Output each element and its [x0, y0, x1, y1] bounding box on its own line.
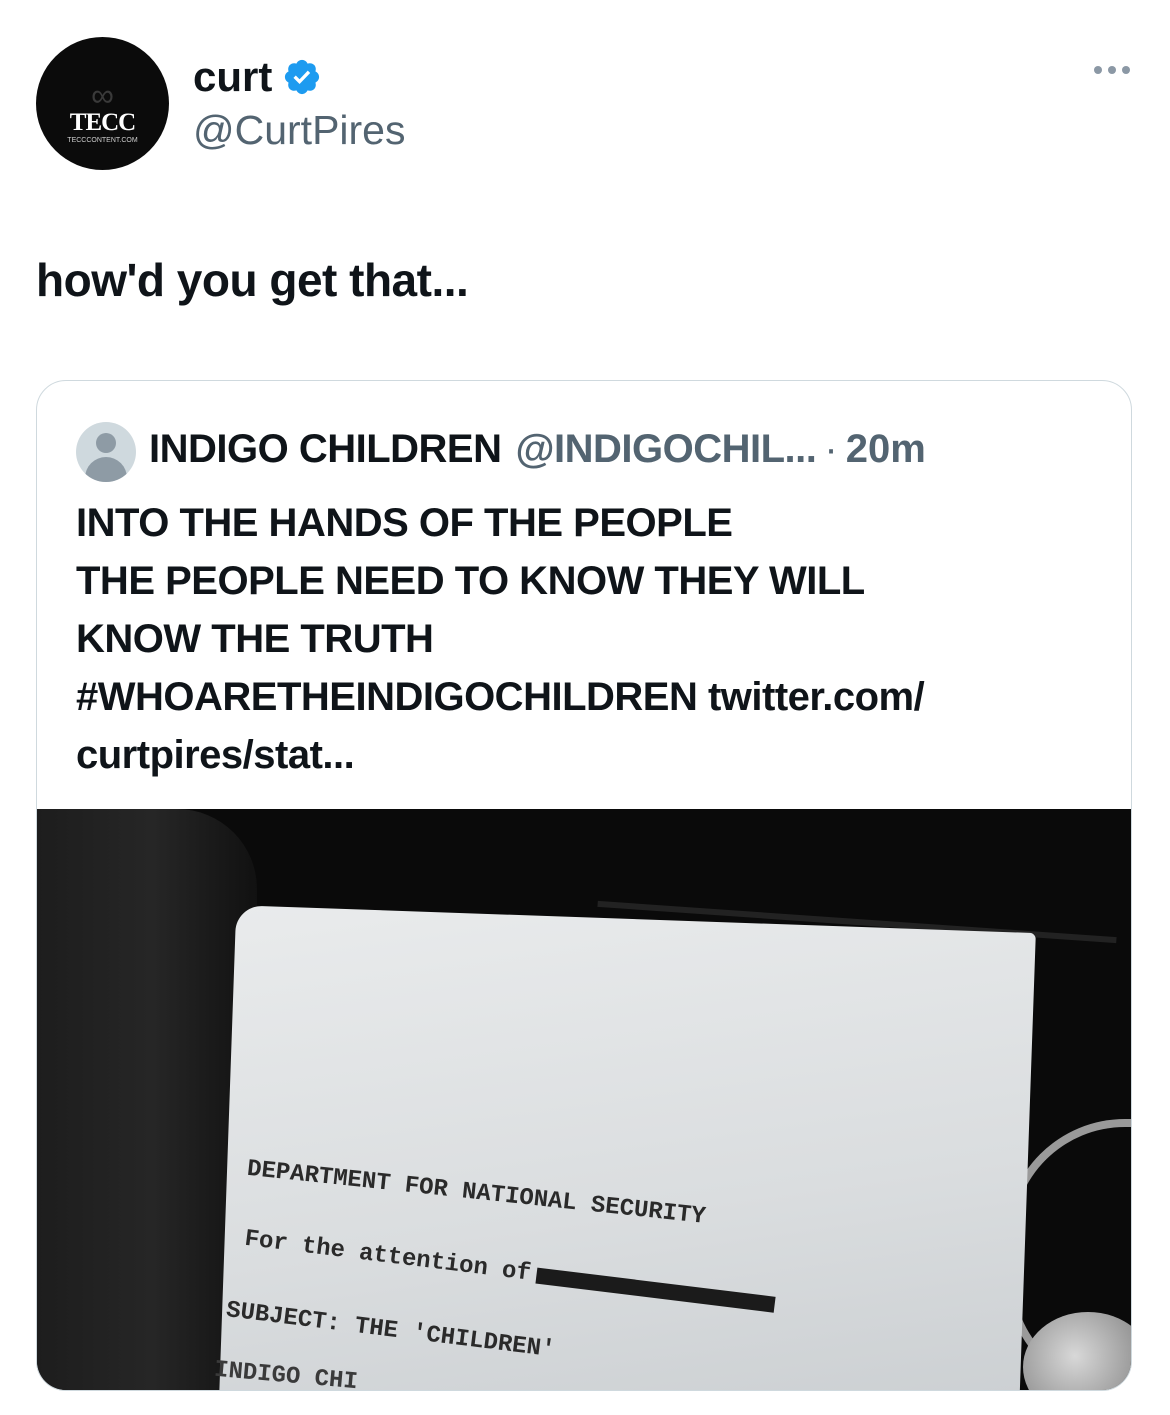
redaction-bar [535, 1267, 776, 1313]
more-options-icon[interactable] [1094, 66, 1130, 74]
quoted-tweet-card[interactable]: INDIGO CHILDREN @INDIGOCHIL... · 20m INT… [36, 380, 1132, 1391]
quoted-text-line: #WHOARETHEINDIGOCHILDREN twitter.com/ [76, 675, 925, 719]
quoted-author-avatar[interactable] [76, 422, 136, 482]
document-attention-line: For the attention of [243, 1226, 776, 1318]
quoted-text-line: curtpires/stat... [76, 733, 355, 777]
quoted-author-handle[interactable]: @INDIGOCHIL... [516, 423, 817, 475]
verified-badge-icon [285, 59, 320, 95]
quoted-timestamp[interactable]: 20m [846, 423, 926, 475]
author-display-name[interactable]: curt [193, 52, 322, 102]
quoted-text-line: THE PEOPLE NEED TO KNOW THEY WILL [76, 559, 865, 603]
quoted-tweet-photo[interactable]: DEPARTMENT FOR NATIONAL SECURITY For the… [37, 809, 1131, 1390]
avatar-logo-subtext: TECCCONTENT.COM [67, 137, 138, 144]
author-avatar[interactable]: ∞ TECC TECCCONTENT.COM [36, 37, 169, 170]
author-name-text: curt [193, 53, 273, 100]
default-avatar-body-icon [85, 457, 127, 482]
quoted-text-line: INTO THE HANDS OF THE PEOPLE [76, 501, 733, 545]
quoted-tweet-header: INDIGO CHILDREN @INDIGOCHIL... · 20m [149, 423, 926, 475]
document-partial-line: INDIGO CHI [212, 1356, 359, 1391]
document-heading: DEPARTMENT FOR NATIONAL SECURITY [245, 1155, 707, 1231]
document-paper: DEPARTMENT FOR NATIONAL SECURITY For the… [213, 905, 1036, 1390]
document-subject: SUBJECT: THE 'CHILDREN' [224, 1297, 557, 1365]
header-separator: · [824, 427, 838, 471]
author-handle[interactable]: @CurtPires [193, 105, 406, 155]
avatar-logo-text: TECC [69, 109, 136, 136]
default-avatar-head-icon [96, 433, 116, 453]
quoted-author-name[interactable]: INDIGO CHILDREN [149, 423, 502, 475]
tweet-text: how'd you get that... [36, 254, 469, 306]
quoted-tweet-text: INTO THE HANDS OF THE PEOPLE THE PEOPLE … [76, 494, 1106, 784]
document-attention-text: For the attention of [243, 1225, 533, 1288]
quoted-text-line: KNOW THE TRUTH [76, 617, 434, 661]
